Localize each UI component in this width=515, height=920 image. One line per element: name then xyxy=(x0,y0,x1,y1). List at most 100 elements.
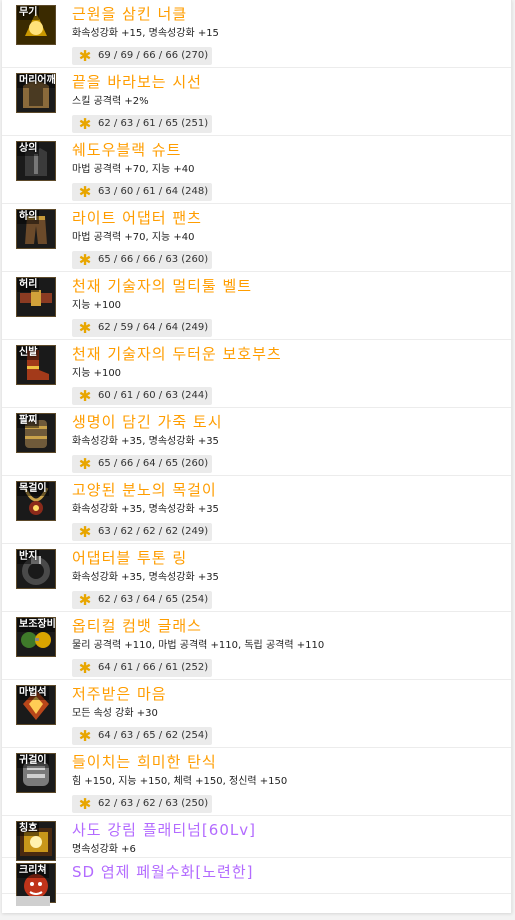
equipment-item-row[interactable]: 상의 쉐도우블랙 슈트마법 공격력 +70, 지능 +40 ✱ 63 / 60 / 6… xyxy=(2,136,511,204)
growth-bar: ✱ 62 / 59 / 64 / 64 (249) xyxy=(72,319,212,337)
growth-values: 60 / 61 / 60 / 63 (244) xyxy=(98,390,209,401)
star-icon: ✱ xyxy=(78,47,92,65)
star-icon: ✱ xyxy=(78,251,92,269)
item-stat: 명속성강화 +6 xyxy=(72,844,136,855)
growth-bar: ✱ 62 / 63 / 62 / 63 (250) xyxy=(72,795,212,813)
star-icon: ✱ xyxy=(78,115,92,133)
equipment-item-row[interactable]: 무기 근원을 삼킨 너클화속성강화 +15, 명속성강화 +15 ✱ 69 / 69 … xyxy=(2,0,511,68)
star-icon: ✱ xyxy=(78,727,92,745)
growth-values: 65 / 66 / 66 / 63 (260) xyxy=(98,254,209,265)
slot-label: 팔찌 xyxy=(17,414,40,428)
equipment-item-row[interactable]: 신발 천재 기술자의 두터운 보호부츠지능 +100 ✱ 60 / 61 / 60 /… xyxy=(2,340,511,408)
equipment-item-row[interactable]: 목걸이 고양된 분노의 목걸이화속성강화 +35, 명속성강화 +35 ✱ 63 / … xyxy=(2,476,511,544)
item-name[interactable]: 어댑터블 투톤 링 xyxy=(72,547,187,569)
equipment-item-row[interactable]: 허리 천재 기술자의 멀티툴 벨트지능 +100 ✱ 62 / 59 / 64 / 6… xyxy=(2,272,511,340)
item-name[interactable]: 끝을 바라보는 시선 xyxy=(72,71,202,93)
knuckle-icon[interactable]: 무기 xyxy=(16,5,56,45)
equipment-item-row[interactable]: 머리어깨 끝을 바라보는 시선스킬 공격력 +2% ✱ 62 / 63 / 61 / … xyxy=(2,68,511,136)
shoulder-armor-icon[interactable]: 머리어깨 xyxy=(16,73,56,113)
growth-values: 65 / 66 / 64 / 65 (260) xyxy=(98,458,209,469)
growth-bar: ✱ 64 / 63 / 65 / 62 (254) xyxy=(72,727,212,745)
growth-bar: ✱ 63 / 62 / 62 / 62 (249) xyxy=(72,523,212,541)
equipment-item-row[interactable]: 칭호 사도 강림 플래티넘[60Lv] 명속성강화 +6 xyxy=(2,816,511,861)
pants-icon[interactable]: 하의 xyxy=(16,209,56,249)
item-stat: 물리 공격력 +110, 마법 공격력 +110, 독립 공격력 +110 xyxy=(72,640,325,651)
necklace-icon[interactable]: 목걸이 xyxy=(16,481,56,521)
item-name[interactable]: 쉐도우블랙 슈트 xyxy=(72,139,181,161)
item-stat: 마법 공격력 +70, 지능 +40 xyxy=(72,164,195,175)
title-badge-icon[interactable]: 칭호 xyxy=(16,821,56,861)
growth-bar: ✱ 62 / 63 / 64 / 65 (254) xyxy=(72,591,212,609)
growth-values: 62 / 59 / 64 / 64 (249) xyxy=(98,322,209,333)
equipment-panel: 무기 근원을 삼킨 너클화속성강화 +15, 명속성강화 +15 ✱ 69 / 69 … xyxy=(2,0,512,913)
growth-values: 63 / 60 / 61 / 64 (248) xyxy=(98,186,209,197)
equipment-item-row[interactable]: 크리쳐 SD 염제 페월수화[노련한] xyxy=(2,858,511,903)
star-icon: ✱ xyxy=(78,319,92,337)
star-icon: ✱ xyxy=(78,591,92,609)
belt-icon[interactable]: 허리 xyxy=(16,277,56,317)
item-stat: 모든 속성 강화 +30 xyxy=(72,708,158,719)
item-name[interactable]: 옵티컬 컴뱃 글래스 xyxy=(72,615,202,637)
item-name[interactable]: 근원을 삼킨 너클 xyxy=(72,3,187,25)
star-icon: ✱ xyxy=(78,387,92,405)
star-icon: ✱ xyxy=(78,795,92,813)
growth-values: 63 / 62 / 62 / 62 (249) xyxy=(98,526,209,537)
growth-values: 69 / 69 / 66 / 66 (270) xyxy=(98,50,209,61)
magic-stone-icon[interactable]: 마법석 xyxy=(16,685,56,725)
slot-label: 신발 xyxy=(17,346,40,360)
growth-bar: ✱ 65 / 66 / 66 / 63 (260) xyxy=(72,251,212,269)
growth-values: 64 / 61 / 66 / 61 (252) xyxy=(98,662,209,673)
slot-label: 보조장비 xyxy=(17,618,56,632)
item-stat: 지능 +100 xyxy=(72,368,122,379)
slot-label: 상의 xyxy=(17,142,40,156)
boots-icon[interactable]: 신발 xyxy=(16,345,56,385)
equipment-item-row[interactable]: 귀걸이 들이치는 희미한 탄식힘 +150, 지능 +150, 체력 +150, … xyxy=(2,748,511,816)
item-stat: 화속성강화 +15, 명속성강화 +15 xyxy=(72,28,219,39)
item-name[interactable]: 들이치는 희미한 탄식 xyxy=(72,751,217,773)
item-name[interactable]: 사도 강림 플래티넘[60Lv] xyxy=(72,819,256,841)
item-name[interactable]: 저주받은 마음 xyxy=(72,683,167,705)
item-stat: 화속성강화 +35, 명속성강화 +35 xyxy=(72,504,219,515)
equipment-item-row[interactable]: 보조장비 옵티컬 컴뱃 글래스물리 공격력 +110, 마법 공격력 +110, … xyxy=(2,612,511,680)
slot-label: 머리어깨 xyxy=(17,74,56,88)
growth-bar: ✱ 62 / 63 / 61 / 65 (251) xyxy=(72,115,212,133)
growth-values: 62 / 63 / 61 / 65 (251) xyxy=(98,118,209,129)
item-stat: 화속성강화 +35, 명속성강화 +35 xyxy=(72,572,219,583)
slot-label: 허리 xyxy=(17,278,40,292)
earring-icon[interactable]: 귀걸이 xyxy=(16,753,56,793)
star-icon: ✱ xyxy=(78,183,92,201)
item-name[interactable]: SD 염제 페월수화[노련한] xyxy=(72,861,254,883)
item-stat: 스킬 공격력 +2% xyxy=(72,96,149,107)
item-name[interactable]: 라이트 어댑터 팬츠 xyxy=(72,207,202,229)
growth-bar: ✱ 65 / 66 / 64 / 65 (260) xyxy=(72,455,212,473)
suit-top-icon[interactable]: 상의 xyxy=(16,141,56,181)
growth-bar: ✱ 63 / 60 / 61 / 64 (248) xyxy=(72,183,212,201)
item-name[interactable]: 고양된 분노의 목걸이 xyxy=(72,479,217,501)
growth-values: 62 / 63 / 64 / 65 (254) xyxy=(98,594,209,605)
equipment-item-row[interactable]: 팔찌 생명이 담긴 가죽 토시 화속성강화 +35, 명속성강화 +35 ✱ 65 / … xyxy=(2,408,511,476)
item-name[interactable]: 생명이 담긴 가죽 토시 xyxy=(72,411,223,433)
equipment-item-row[interactable]: 반지 어댑터블 투톤 링화속성강화 +35, 명속성강화 +35 ✱ 62 / 63 … xyxy=(2,544,511,612)
growth-values: 62 / 63 / 62 / 63 (250) xyxy=(98,798,209,809)
growth-values: 64 / 63 / 65 / 62 (254) xyxy=(98,730,209,741)
growth-bar: ✱ 60 / 61 / 60 / 63 (244) xyxy=(72,387,212,405)
slot-label: 귀걸이 xyxy=(17,754,49,768)
equipment-item-row[interactable]: 마법석 저주받은 마음모든 속성 강화 +30 ✱ 64 / 63 / 65 / 62… xyxy=(2,680,511,748)
ring-icon[interactable]: 반지 xyxy=(16,549,56,589)
item-name[interactable]: 천재 기술자의 두터운 보호부츠 xyxy=(72,343,282,365)
item-stat: 힘 +150, 지능 +150, 체력 +150, 정신력 +150 xyxy=(72,776,288,787)
slot-label: 마법석 xyxy=(17,686,49,700)
star-icon: ✱ xyxy=(78,455,92,473)
item-name[interactable]: 천재 기술자의 멀티툴 벨트 xyxy=(72,275,252,297)
item-stat: 지능 +100 xyxy=(72,300,122,311)
star-icon: ✱ xyxy=(78,659,92,677)
equipment-item-row[interactable]: 하의 라이트 어댑터 팬츠 마법 공격력 +70, 지능 +40 ✱ 65 / 66 /… xyxy=(2,204,511,272)
slot-label: 목걸이 xyxy=(17,482,49,496)
slot-label: 크리쳐 xyxy=(17,864,49,878)
glasses-icon[interactable]: 보조장비 xyxy=(16,617,56,657)
slot-label: 하의 xyxy=(17,210,40,224)
growth-bar: ✱ 69 / 69 / 66 / 66 (270) xyxy=(72,47,212,65)
bracelet-icon[interactable]: 팔찌 xyxy=(16,413,56,453)
growth-bar: ✱ 64 / 61 / 66 / 61 (252) xyxy=(72,659,212,677)
slot-label: 칭호 xyxy=(17,822,40,836)
